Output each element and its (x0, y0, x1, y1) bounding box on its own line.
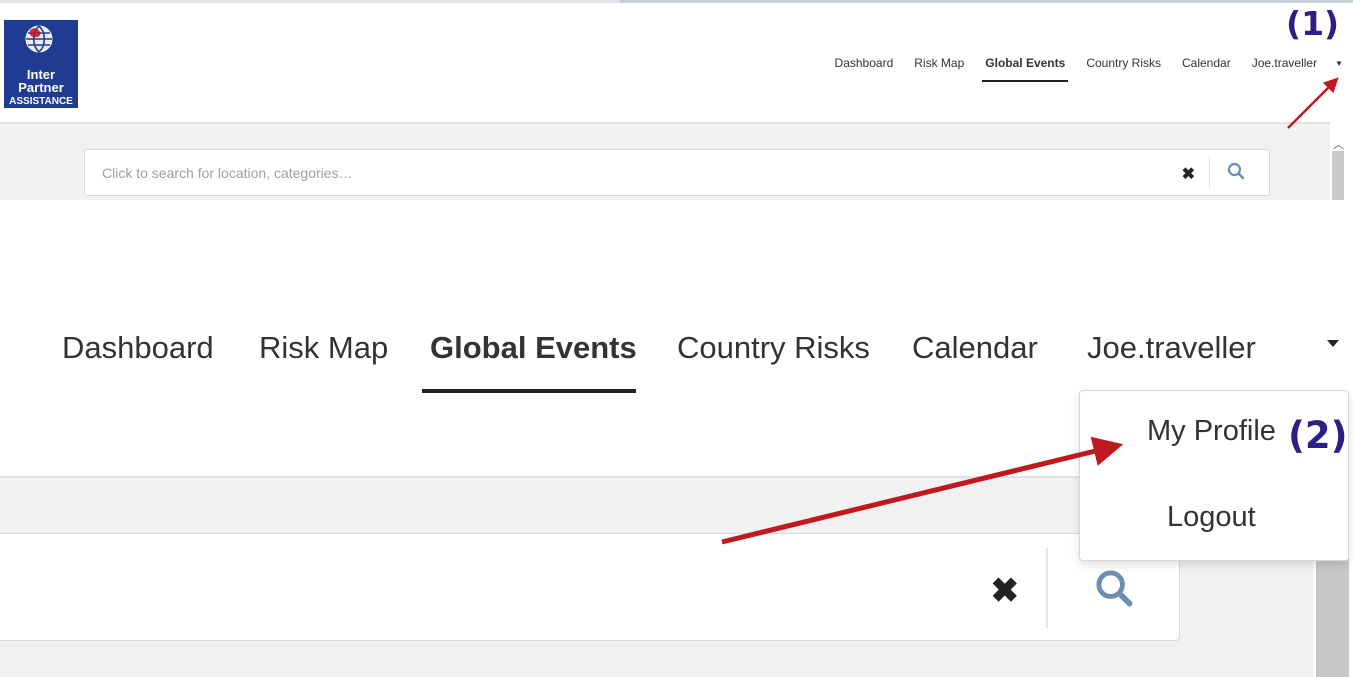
nav-country-risks[interactable]: Country Risks (677, 322, 870, 374)
globe-icon (25, 25, 53, 53)
nav-risk-map[interactable]: Risk Map (259, 322, 388, 374)
top-nav: Dashboard Risk Map Global Events Country… (814, 52, 1343, 82)
annotation-step-1: (1) (1286, 4, 1340, 43)
nav-dashboard[interactable]: Dashboard (62, 322, 214, 374)
nav-global-events[interactable]: Global Events (982, 52, 1069, 82)
caret-down-icon[interactable]: ▼ (1335, 59, 1343, 68)
clear-icon[interactable]: ✖ (1182, 164, 1195, 184)
browser-strip (0, 0, 620, 3)
search-bar[interactable]: Click to search for location, categories… (84, 149, 1270, 196)
nav-risk-map[interactable]: Risk Map (914, 52, 964, 74)
user-menu-name[interactable]: Joe.traveller (1252, 52, 1317, 74)
logo-text-line2: Partner (18, 80, 64, 95)
search-separator (1046, 548, 1048, 628)
menu-item-my-profile[interactable]: My Profile (1147, 415, 1276, 448)
nav-calendar[interactable]: Calendar (1182, 52, 1231, 74)
company-logo[interactable]: Inter Partner ASSISTANCE (4, 20, 78, 108)
screenshot-panel-overview: Inter Partner ASSISTANCE Dashboard Risk … (0, 0, 1353, 200)
nav-dashboard[interactable]: Dashboard (835, 52, 894, 74)
nav-global-events[interactable]: Global Events (430, 322, 637, 374)
scrollbar[interactable]: ︿ (1330, 124, 1353, 200)
search-separator (1209, 157, 1210, 188)
top-nav-zoomed: Dashboard Risk Map Global Events Country… (0, 322, 1353, 374)
search-icon[interactable] (1094, 568, 1134, 608)
annotation-step-2: (2) (1288, 414, 1348, 457)
menu-item-logout[interactable]: Logout (1167, 501, 1256, 534)
browser-strip (620, 0, 1353, 3)
nav-country-risks[interactable]: Country Risks (1086, 52, 1161, 74)
user-menu-name[interactable]: Joe.traveller (1087, 322, 1256, 374)
caret-down-icon[interactable] (1327, 340, 1339, 347)
active-tab-underline (422, 389, 636, 393)
scrollbar-thumb[interactable] (1332, 151, 1344, 200)
screenshot-panel-zoomed: Dashboard Risk Map Global Events Country… (0, 300, 1353, 677)
nav-calendar[interactable]: Calendar (912, 322, 1038, 374)
search-input[interactable]: Click to search for location, categories… (102, 150, 353, 197)
search-icon[interactable] (1227, 162, 1245, 180)
chevron-up-icon[interactable]: ︿ (1333, 136, 1344, 152)
logo-text-line3: ASSISTANCE (9, 96, 73, 107)
search-bar[interactable]: ✖ (0, 533, 1180, 641)
clear-icon[interactable]: ✖ (991, 574, 1020, 608)
